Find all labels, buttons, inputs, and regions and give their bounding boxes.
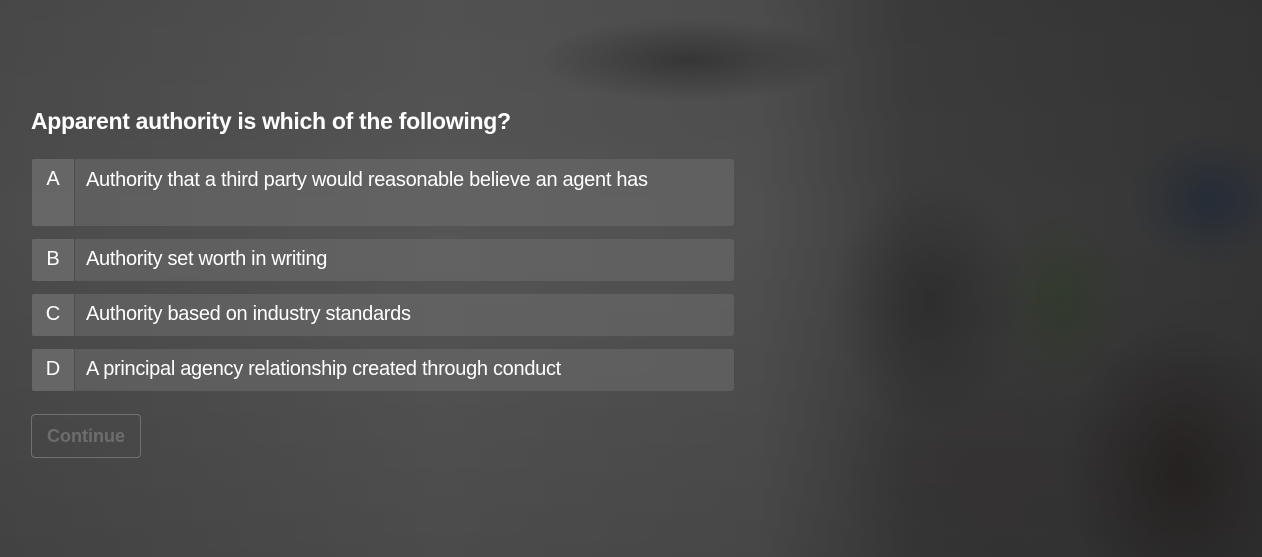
answer-option-a[interactable]: A Authority that a third party would rea… — [32, 159, 734, 226]
option-letter: B — [32, 239, 75, 281]
answer-option-d[interactable]: D A principal agency relationship create… — [32, 349, 734, 391]
option-text: Authority that a third party would reaso… — [86, 169, 648, 191]
option-text: Authority based on industry standards — [86, 303, 411, 325]
option-text: A principal agency relationship created … — [86, 358, 561, 380]
continue-button[interactable]: Continue — [31, 414, 141, 458]
option-text: Authority set worth in writing — [86, 248, 328, 270]
answer-option-c[interactable]: C Authority based on industry standards — [32, 294, 734, 336]
option-letter: C — [32, 294, 75, 336]
question-text: Apparent authority is which of the follo… — [31, 108, 511, 134]
answer-option-b[interactable]: B Authority set worth in writing — [32, 239, 734, 281]
option-letter: D — [32, 349, 75, 391]
option-letter: A — [32, 159, 75, 226]
answer-options: A Authority that a third party would rea… — [32, 159, 734, 404]
